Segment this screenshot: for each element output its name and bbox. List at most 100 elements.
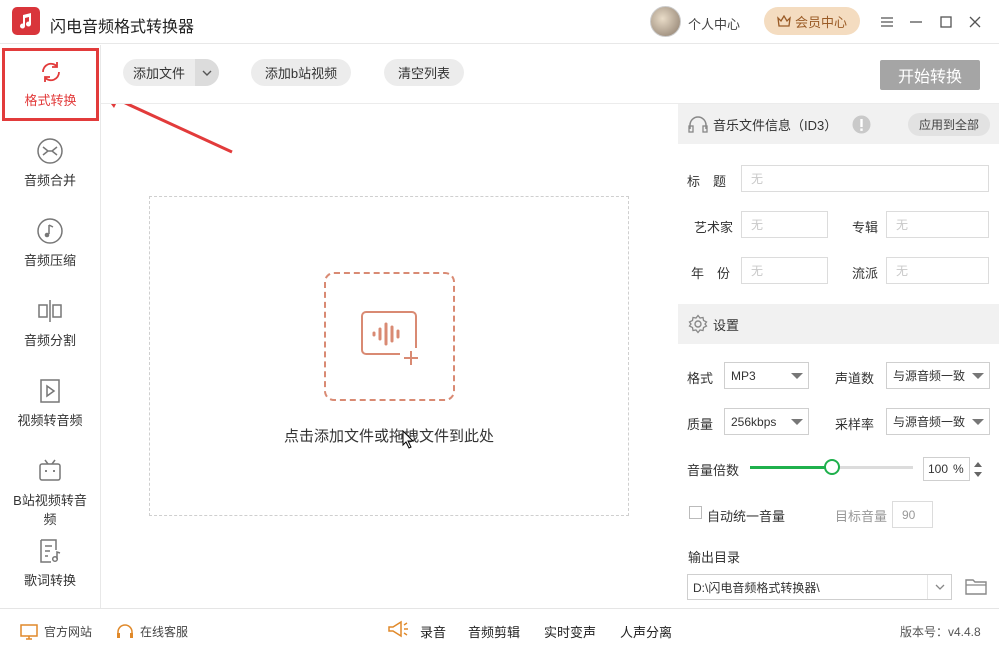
album-field[interactable]: 无 — [886, 211, 989, 238]
clear-list-button[interactable]: 清空列表 — [384, 59, 464, 86]
official-website-link[interactable]: 官方网站 — [20, 623, 92, 640]
sidebar-item-format-convert[interactable]: 格式转换 — [2, 48, 99, 121]
sidebar-item-label: 音频分割 — [23, 333, 76, 348]
volume-value: 100 — [928, 462, 949, 476]
id3-section-header: 音乐文件信息（ID3） 应用到全部 — [678, 104, 999, 144]
sidebar-item-label: B站视频转音频 — [13, 493, 87, 527]
bilibili-icon — [36, 457, 64, 485]
volume-slider-fill — [750, 466, 832, 469]
output-dir-select[interactable]: D:\闪电音频格式转换器\ — [687, 574, 952, 600]
sidebar: 格式转换 音频合并 音频压缩 音频分割 视频转音频 B站视频转音频 歌词转换 — [0, 45, 101, 608]
lyrics-icon — [36, 537, 64, 565]
minimize-icon[interactable] — [906, 12, 926, 32]
merge-icon — [36, 137, 64, 165]
id3-title: 音乐文件信息（ID3） — [713, 117, 838, 133]
official-website-label: 官方网站 — [44, 625, 93, 639]
genre-field[interactable]: 无 — [886, 257, 989, 284]
quality-label: 质量 — [687, 417, 714, 432]
genre-label: 流派 — [852, 266, 879, 281]
chevron-down-icon — [972, 419, 984, 425]
headphones-icon — [688, 115, 708, 133]
add-audio-box[interactable] — [324, 272, 455, 401]
channels-select[interactable]: 与源音频一致 — [886, 362, 990, 389]
cursor-icon — [402, 430, 415, 449]
drop-hint: 点击添加文件或拖拽文件到此处 — [283, 428, 494, 445]
format-value: MP3 — [731, 368, 756, 383]
vip-center-label: 会员中心 — [794, 14, 847, 30]
start-convert-button[interactable]: 开始转换 — [880, 60, 980, 90]
online-support-label: 在线客服 — [140, 625, 189, 639]
music-note-icon — [36, 217, 64, 245]
status-bar: 官方网站 在线客服 录音 音频剪辑 实时变声 人声分离 版本号：v4.4.8 — [0, 608, 999, 648]
sidebar-item-label: 格式转换 — [24, 93, 77, 108]
online-support-link[interactable]: 在线客服 — [116, 623, 188, 640]
output-dir-value: D:\闪电音频格式转换器\ — [693, 580, 820, 595]
record-tool-link[interactable]: 录音 — [420, 622, 446, 641]
folder-icon[interactable] — [965, 577, 987, 595]
settings-title: 设置 — [713, 317, 740, 333]
artist-field[interactable]: 无 — [741, 211, 828, 238]
volume-label: 音量倍数 — [687, 463, 740, 478]
volume-slider[interactable] — [750, 459, 913, 475]
volume-input[interactable]: 100 % — [923, 457, 970, 481]
target-volume-label: 目标音量 — [835, 509, 888, 524]
spin-arrows-icon — [974, 462, 982, 477]
info-icon[interactable] — [852, 115, 871, 134]
maximize-icon[interactable] — [936, 12, 956, 32]
add-file-button[interactable]: 添加文件 — [123, 59, 219, 86]
chevron-down-icon — [972, 373, 984, 379]
samplerate-select[interactable]: 与源音频一致 — [886, 408, 990, 435]
sidebar-item-bilibili[interactable]: B站视频转音频 — [0, 445, 100, 527]
add-audio-icon — [358, 308, 422, 366]
vocal-separation-tool-link[interactable]: 人声分离 — [620, 622, 672, 641]
samplerate-value: 与源音频一致 — [893, 415, 966, 429]
menu-icon[interactable] — [877, 12, 897, 32]
voice-changer-tool-link[interactable]: 实时变声 — [544, 622, 596, 641]
artist-label: 艺术家 — [694, 220, 734, 235]
headset-icon — [116, 623, 134, 640]
sidebar-item-lyrics[interactable]: 歌词转换 — [0, 525, 100, 603]
spin-buttons[interactable] — [972, 459, 984, 481]
quality-value: 256kbps — [731, 414, 777, 429]
quality-select[interactable]: 256kbps — [724, 408, 809, 435]
file-drop-area[interactable]: 点击添加文件或拖拽文件到此处 — [149, 196, 629, 516]
sidebar-item-video-to-audio[interactable]: 视频转音频 — [0, 365, 100, 443]
app-logo-icon — [12, 7, 40, 35]
vip-center-button[interactable]: 会员中心 — [764, 7, 860, 35]
chevron-down-icon[interactable] — [195, 59, 219, 86]
right-panel: 音乐文件信息（ID3） 应用到全部 标 题 无 艺术家 无 专辑 无 年 份 无… — [678, 104, 999, 608]
sidebar-item-compress[interactable]: 音频压缩 — [0, 205, 100, 283]
sidebar-item-merge[interactable]: 音频合并 — [0, 125, 100, 203]
output-dir-label: 输出目录 — [688, 550, 741, 565]
chevron-down-icon — [791, 419, 803, 425]
audio-edit-tool-link[interactable]: 音频剪辑 — [468, 622, 520, 641]
version-text: 版本号：v4.4.8 — [900, 625, 981, 639]
settings-section-header: 设置 — [678, 304, 999, 344]
crown-icon — [777, 15, 791, 27]
apply-to-all-button[interactable]: 应用到全部 — [908, 113, 990, 136]
year-label: 年 份 — [691, 266, 731, 281]
sidebar-item-label: 视频转音频 — [17, 413, 83, 428]
auto-normalize-label: 自动统一音量 — [707, 509, 786, 524]
close-icon[interactable] — [965, 12, 985, 32]
refresh-icon — [38, 59, 64, 85]
megaphone-icon — [387, 620, 409, 638]
year-field[interactable]: 无 — [741, 257, 828, 284]
avatar[interactable] — [650, 6, 681, 37]
format-select[interactable]: MP3 — [724, 362, 809, 389]
video-icon — [36, 377, 64, 405]
monitor-icon — [20, 623, 38, 640]
add-bilibili-video-button[interactable]: 添加b站视频 — [251, 59, 351, 86]
add-file-label: 添加文件 — [132, 66, 185, 81]
volume-slider-handle[interactable] — [823, 459, 840, 475]
personal-center-link[interactable]: 个人中心 — [688, 14, 740, 33]
title-field[interactable]: 无 — [741, 165, 989, 192]
gear-icon — [688, 314, 708, 334]
channels-value: 与源音频一致 — [893, 369, 966, 383]
channels-label: 声道数 — [835, 371, 875, 386]
target-volume-input[interactable]: 90 — [892, 501, 933, 528]
auto-normalize-checkbox[interactable] — [689, 506, 702, 519]
volume-unit: % — [953, 462, 964, 476]
sidebar-item-split[interactable]: 音频分割 — [0, 285, 100, 363]
split-icon — [36, 297, 64, 325]
